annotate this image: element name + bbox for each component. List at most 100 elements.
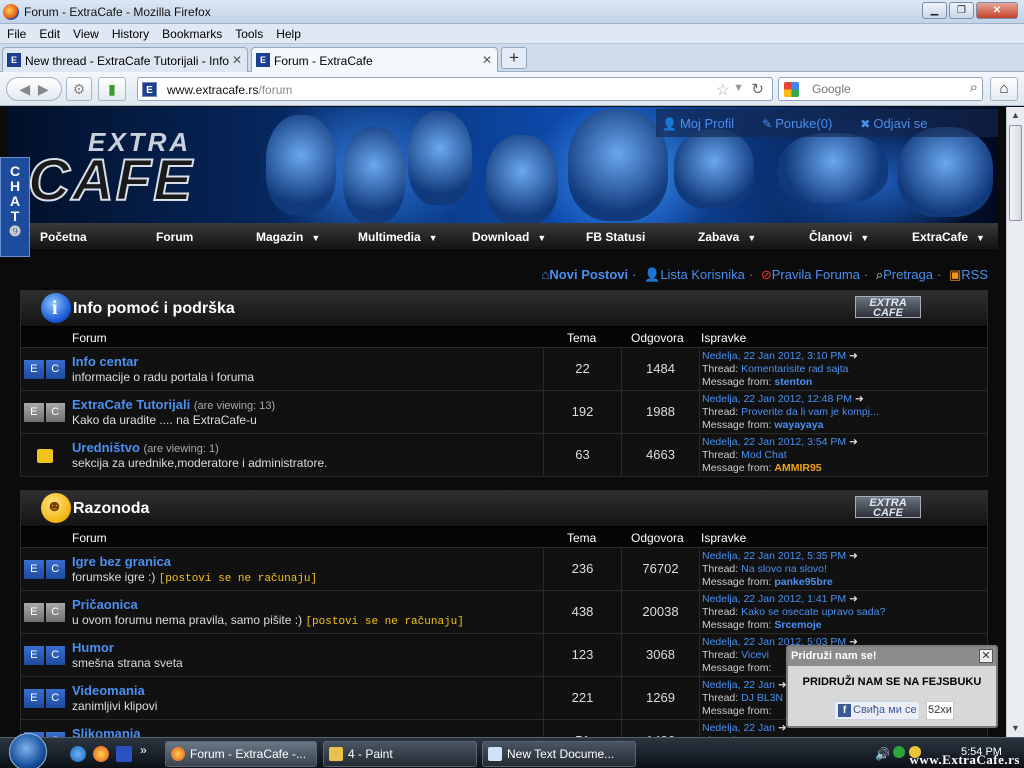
category-title[interactable]: Info pomoć i podrška <box>73 300 235 318</box>
reload-icon[interactable]: ↻ <box>751 80 764 98</box>
last-thread-link[interactable]: Vicevi <box>741 649 769 661</box>
forum-link[interactable]: Videomania <box>72 683 145 698</box>
logout-link[interactable]: ✖ Odjavi se <box>860 116 927 131</box>
extracafe-logo[interactable]: EXTRA CAFE <box>27 127 248 214</box>
more-icon[interactable]: » <box>140 743 150 759</box>
last-post-date[interactable]: Nedelja, 22 Jan 2012, 1:41 PM <box>702 593 846 605</box>
google-icon[interactable] <box>784 82 799 97</box>
nav-item-4[interactable]: Download ▼ <box>472 230 546 244</box>
url-text[interactable]: www.extracafe.rs/forum <box>167 83 292 97</box>
search-input[interactable] <box>812 82 962 96</box>
search-link[interactable]: ⌕Pretraga <box>876 267 933 282</box>
menu-bookmarks[interactable]: Bookmarks <box>155 24 228 41</box>
forum-link[interactable]: Pričaonica <box>72 597 138 612</box>
nav-item-7[interactable]: Članovi ▼ <box>809 230 869 244</box>
nav-item-6[interactable]: Zabava ▼ <box>698 230 756 244</box>
addon-icon[interactable]: ⚙ <box>66 77 92 101</box>
menu-view[interactable]: View <box>66 24 105 41</box>
facebook-like-button[interactable]: Свиђа ми се <box>834 701 920 720</box>
my-profile-link[interactable]: 👤 Moj Profil <box>662 116 734 131</box>
volume-icon[interactable]: 🔊 <box>875 747 890 761</box>
url-bar[interactable]: E www.extracafe.rs/forum ☆ ▼ ↻ <box>137 77 773 101</box>
last-poster-link[interactable]: AMMIR95 <box>774 462 821 474</box>
chat-tab[interactable]: CHAT❾ <box>0 157 30 257</box>
back-arrow-icon[interactable]: ◀ <box>19 81 30 97</box>
ie-icon[interactable] <box>70 746 86 762</box>
url-dropdown-icon[interactable]: ▼ <box>733 82 744 94</box>
close-tab-icon[interactable]: ✕ <box>482 53 492 67</box>
search-icon[interactable]: ⌕ <box>970 79 978 96</box>
nav-item-3[interactable]: Multimedia ▼ <box>358 230 438 244</box>
last-post-date[interactable]: Nedelja, 22 Jan 2012, 3:54 PM <box>702 436 846 448</box>
last-post-date[interactable]: Nedelja, 22 Jan 2012, 3:10 PM <box>702 350 846 362</box>
app-quicklaunch-icon[interactable] <box>116 746 132 762</box>
minimize-button[interactable]: ▁ <box>922 2 947 19</box>
forum-link[interactable]: Humor <box>72 640 114 655</box>
bookmark-star-icon[interactable]: ☆ <box>716 80 730 100</box>
last-thread-link[interactable]: Mod Chat <box>741 449 787 461</box>
go-to-post-icon[interactable]: ➜ <box>849 550 858 562</box>
taskbar-button-firefox[interactable]: Forum - ExtraCafe -... <box>165 741 317 767</box>
back-forward-buttons[interactable]: ◀ ▶ <box>6 77 62 101</box>
taskbar-button-paint[interactable]: 4 - Paint <box>323 741 477 767</box>
last-post-date[interactable]: Nedelja, 22 Jan <box>702 679 775 691</box>
popup-close-icon[interactable]: ✕ <box>979 649 993 663</box>
go-to-post-icon[interactable]: ➜ <box>849 436 858 448</box>
scroll-up-icon[interactable]: ▲ <box>1008 108 1023 123</box>
last-thread-link[interactable]: Proverite da li vam je kompj... <box>741 406 879 418</box>
last-thread-link[interactable]: DJ BL3N <box>741 692 783 704</box>
menu-file[interactable]: File <box>0 24 32 41</box>
nav-item-5[interactable]: FB Statusi <box>586 230 645 244</box>
go-to-post-icon[interactable]: ➜ <box>855 393 864 405</box>
forum-link[interactable]: Info centar <box>72 354 138 369</box>
last-post-date[interactable]: Nedelja, 22 Jan <box>702 722 775 734</box>
firefox-taskbar-icon[interactable] <box>93 746 109 762</box>
search-bar[interactable]: ⌕ <box>778 77 983 101</box>
go-to-post-icon[interactable]: ➜ <box>849 593 858 605</box>
last-thread-link[interactable]: Komentarisite rad sajta <box>741 363 848 375</box>
forum-rules-link[interactable]: ⊘Pravila Foruma <box>761 267 860 282</box>
scroll-down-icon[interactable]: ▼ <box>1008 721 1023 736</box>
last-poster-link[interactable]: wayayaya <box>774 419 823 431</box>
menu-history[interactable]: History <box>105 24 155 41</box>
rss-link[interactable]: ▣RSS <box>949 267 988 282</box>
new-posts-link[interactable]: ⌂Novi Postovi <box>542 267 629 282</box>
nav-item-8[interactable]: ExtraCafe ▼ <box>912 230 985 244</box>
last-post-date[interactable]: Nedelja, 22 Jan 2012, 5:35 PM <box>702 550 846 562</box>
tab-forum[interactable]: E Forum - ExtraCafe ✕ <box>251 47 498 72</box>
nav-item-1[interactable]: Forum <box>156 230 193 244</box>
forum-link[interactable]: Igre bez granica <box>72 554 171 569</box>
maximize-button[interactable]: ❐ <box>949 2 974 19</box>
network-icon[interactable] <box>893 746 906 758</box>
category-title[interactable]: Razonoda <box>73 500 149 518</box>
scroll-thumb[interactable] <box>1009 125 1022 221</box>
home-button[interactable]: ⌂ <box>990 77 1018 101</box>
close-tab-icon[interactable]: ✕ <box>232 53 242 67</box>
menu-edit[interactable]: Edit <box>32 24 66 41</box>
forward-arrow-icon[interactable]: ▶ <box>38 81 49 97</box>
last-poster-link[interactable]: Srcemoje <box>774 619 821 631</box>
forum-link[interactable]: Slikomania <box>72 726 141 737</box>
forum-link[interactable]: Uredništvo (are viewing: 1) <box>72 440 219 455</box>
forum-link[interactable]: ExtraCafe Tutorijali (are viewing: 13) <box>72 397 275 412</box>
last-thread-link[interactable]: Na slovo na slovo! <box>741 563 827 575</box>
last-post-date[interactable]: Nedelja, 22 Jan 2012, 12:48 PM <box>702 393 852 405</box>
menu-tools[interactable]: Tools <box>228 24 269 41</box>
go-to-post-icon[interactable]: ➜ <box>849 350 858 362</box>
messages-link[interactable]: ✎ Poruke(0) <box>762 116 832 131</box>
close-button[interactable]: ✕ <box>976 2 1018 19</box>
nav-item-2[interactable]: Magazin ▼ <box>256 230 320 244</box>
signal-bars-icon[interactable]: ▮ <box>98 77 126 101</box>
last-poster-link[interactable]: stenton <box>774 376 812 388</box>
members-list-link[interactable]: 👤Lista Korisnika <box>644 267 745 282</box>
menu-help[interactable]: Help <box>269 24 307 41</box>
start-button[interactable] <box>9 733 47 768</box>
nav-item-0[interactable]: Početna <box>40 230 87 244</box>
new-tab-button[interactable]: + <box>501 47 527 69</box>
site-identity-icon[interactable]: E <box>142 82 157 97</box>
tab-new-thread[interactable]: E New thread - ExtraCafe Tutorijali - In… <box>2 47 248 72</box>
vertical-scrollbar[interactable]: ▲ ▼ <box>1006 107 1024 737</box>
last-thread-link[interactable]: Kako se osecate upravo sada? <box>741 606 885 618</box>
last-poster-link[interactable]: panke95bre <box>774 576 832 588</box>
taskbar-button-notepad[interactable]: New Text Docume... <box>482 741 636 767</box>
